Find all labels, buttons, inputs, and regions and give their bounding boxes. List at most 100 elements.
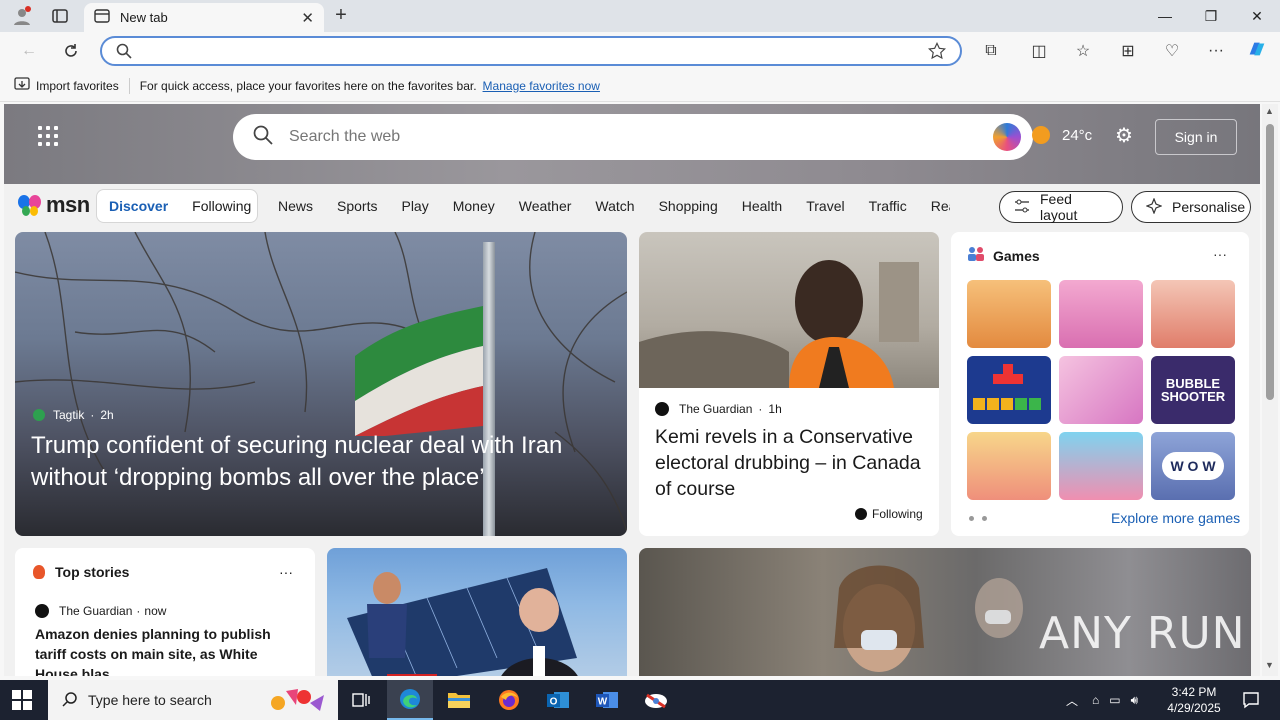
top-stories-more-icon[interactable]: ··· — [279, 564, 293, 580]
guardian-story-card[interactable]: The Guardian · 1h Kemi revels in a Conse… — [639, 232, 939, 536]
page-settings-icon[interactable]: ⚙ — [1115, 125, 1137, 147]
app-shortcut-icon[interactable] — [633, 680, 679, 720]
weather-widget[interactable]: 24°c — [1032, 126, 1092, 144]
windows-start-icon[interactable] — [12, 690, 32, 710]
game-tile-3[interactable] — [1151, 280, 1235, 348]
nav-link-news[interactable]: News — [278, 198, 313, 214]
guardian-headline[interactable]: Kemi revels in a Conservative electoral … — [655, 424, 927, 502]
games-widget: Games ··· BUBBLE SHOOTER W O W Explore m… — [951, 232, 1249, 536]
games-more-icon[interactable]: ··· — [1213, 246, 1227, 262]
nav-link-money[interactable]: Money — [453, 198, 495, 214]
following-badge[interactable]: Following — [855, 507, 923, 521]
show-hidden-icons-icon[interactable]: ︿ — [1066, 692, 1078, 709]
app-launcher-icon[interactable] — [38, 126, 58, 146]
import-favorites-button[interactable]: Import favorites — [36, 79, 119, 93]
refresh-icon[interactable] — [60, 40, 82, 62]
guardian-source[interactable]: The Guardian · 1h — [655, 402, 782, 416]
edge-taskbar-icon[interactable] — [387, 680, 433, 720]
file-explorer-icon[interactable] — [436, 680, 482, 720]
game-tile-blocks[interactable] — [967, 356, 1051, 424]
top-stories-header[interactable]: Top stories — [33, 564, 129, 580]
search-icon — [253, 125, 273, 150]
web-search-box[interactable]: Search the web — [233, 114, 1033, 160]
nav-link-play[interactable]: Play — [401, 198, 428, 214]
scroll-down-icon[interactable]: ▼ — [1265, 660, 1274, 670]
web-search-input[interactable]: Search the web — [289, 128, 993, 146]
nav-link-health[interactable]: Health — [742, 198, 782, 214]
personalise-button[interactable]: Personalise — [1131, 191, 1251, 223]
settings-more-icon[interactable]: ··· — [1205, 40, 1227, 62]
title-bar: New tab ✕ + — ❐ ✕ — [0, 0, 1280, 32]
wow-logo: W O W — [1162, 452, 1224, 480]
game-tile-makeup[interactable] — [1059, 356, 1143, 424]
split-screen-icon[interactable]: ◫ — [1028, 40, 1050, 62]
game-tile-wow[interactable]: W O W — [1151, 432, 1235, 500]
favorites-icon[interactable]: ☆ — [1072, 40, 1094, 62]
volume-icon[interactable]: 🔊︎ — [1131, 693, 1139, 708]
top-story-headline[interactable]: Amazon denies planning to publish tariff… — [35, 624, 299, 676]
notifications-icon[interactable] — [1228, 680, 1274, 720]
sun-icon — [1032, 126, 1050, 144]
taskbar-clock[interactable]: 3:42 PM 4/29/2025 — [1166, 684, 1222, 716]
minimize-button[interactable]: — — [1142, 0, 1188, 32]
bubble-shooter-logo: BUBBLE SHOOTER — [1160, 376, 1226, 404]
top-story-source[interactable]: The Guardian · now — [35, 604, 166, 618]
page-scrollbar[interactable]: ▲ ▼ — [1262, 104, 1278, 676]
favorite-star-icon[interactable] — [927, 41, 947, 65]
top-story-age: now — [144, 604, 167, 618]
collections-icon[interactable]: ⊞ — [1117, 40, 1139, 62]
hero-source[interactable]: Tagtik · 2h — [33, 408, 114, 422]
network-icon[interactable]: ▭ — [1109, 693, 1120, 707]
taskbar-search-input[interactable]: Type here to search — [88, 692, 264, 708]
copilot-badge-icon[interactable] — [993, 123, 1021, 151]
nav-link-watch[interactable]: Watch — [595, 198, 634, 214]
manage-favorites-link[interactable]: Manage favorites now — [483, 79, 600, 93]
task-view-icon[interactable] — [338, 680, 384, 720]
close-tab-icon[interactable]: ✕ — [301, 9, 314, 27]
firefox-icon[interactable] — [486, 680, 532, 720]
tab-discover[interactable]: Discover — [97, 198, 180, 214]
games-header[interactable]: Games — [967, 246, 1040, 265]
profile-icon[interactable] — [10, 4, 34, 28]
scrollbar-thumb[interactable] — [1266, 124, 1274, 400]
tab-following[interactable]: Following — [180, 198, 263, 214]
nav-link-traffic[interactable]: Traffic — [869, 198, 907, 214]
games-pager[interactable] — [969, 516, 987, 521]
nav-link-travel[interactable]: Travel — [806, 198, 844, 214]
nav-link-weather[interactable]: Weather — [519, 198, 572, 214]
explore-more-games-link[interactable]: Explore more games — [1111, 510, 1240, 526]
tab-new-tab[interactable]: New tab ✕ — [84, 3, 324, 32]
nav-link-shopping[interactable]: Shopping — [659, 198, 718, 214]
game-tile-foot[interactable] — [1059, 432, 1143, 500]
hero-story-card[interactable]: Tagtik · 2h Trump confident of securing … — [15, 232, 627, 536]
scroll-up-icon[interactable]: ▲ — [1265, 106, 1274, 116]
import-favorites-icon[interactable] — [14, 77, 30, 94]
search-highlight-icon — [264, 683, 328, 718]
address-bar[interactable] — [100, 36, 962, 66]
new-tab-button[interactable]: + — [330, 5, 352, 27]
nav-link-sports[interactable]: Sports — [337, 198, 377, 214]
nav-link-real-estate[interactable]: Real E — [931, 198, 950, 214]
browser-essentials-icon[interactable]: ♡ — [1161, 40, 1183, 62]
feed-layout-button[interactable]: Feed layout — [999, 191, 1123, 223]
featured-image-card[interactable]: ANY RUN — [639, 548, 1251, 676]
game-tile-bubble-shooter[interactable]: BUBBLE SHOOTER — [1151, 356, 1235, 424]
extensions-icon[interactable]: ⧉ — [980, 40, 1002, 62]
device-icon[interactable]: ⌂ — [1092, 693, 1099, 707]
restore-button[interactable]: ❐ — [1188, 0, 1234, 32]
game-tile-cupcake[interactable] — [967, 432, 1051, 500]
taskbar-search[interactable]: Type here to search — [48, 680, 338, 720]
solar-story-card[interactable] — [327, 548, 627, 676]
close-window-button[interactable]: ✕ — [1234, 0, 1280, 32]
sign-in-button[interactable]: Sign in — [1155, 119, 1237, 155]
hero-headline[interactable]: Trump confident of securing nuclear deal… — [31, 430, 611, 494]
back-icon[interactable]: ← — [18, 40, 40, 62]
outlook-icon[interactable]: O — [535, 680, 581, 720]
word-icon[interactable]: W — [584, 680, 630, 720]
copilot-icon[interactable] — [1246, 38, 1268, 60]
tab-actions-icon[interactable] — [48, 4, 72, 28]
game-tile-2[interactable] — [1059, 280, 1143, 348]
game-tile-1[interactable] — [967, 280, 1051, 348]
msn-logo[interactable]: msn — [16, 192, 90, 218]
svg-text:O: O — [550, 697, 558, 708]
